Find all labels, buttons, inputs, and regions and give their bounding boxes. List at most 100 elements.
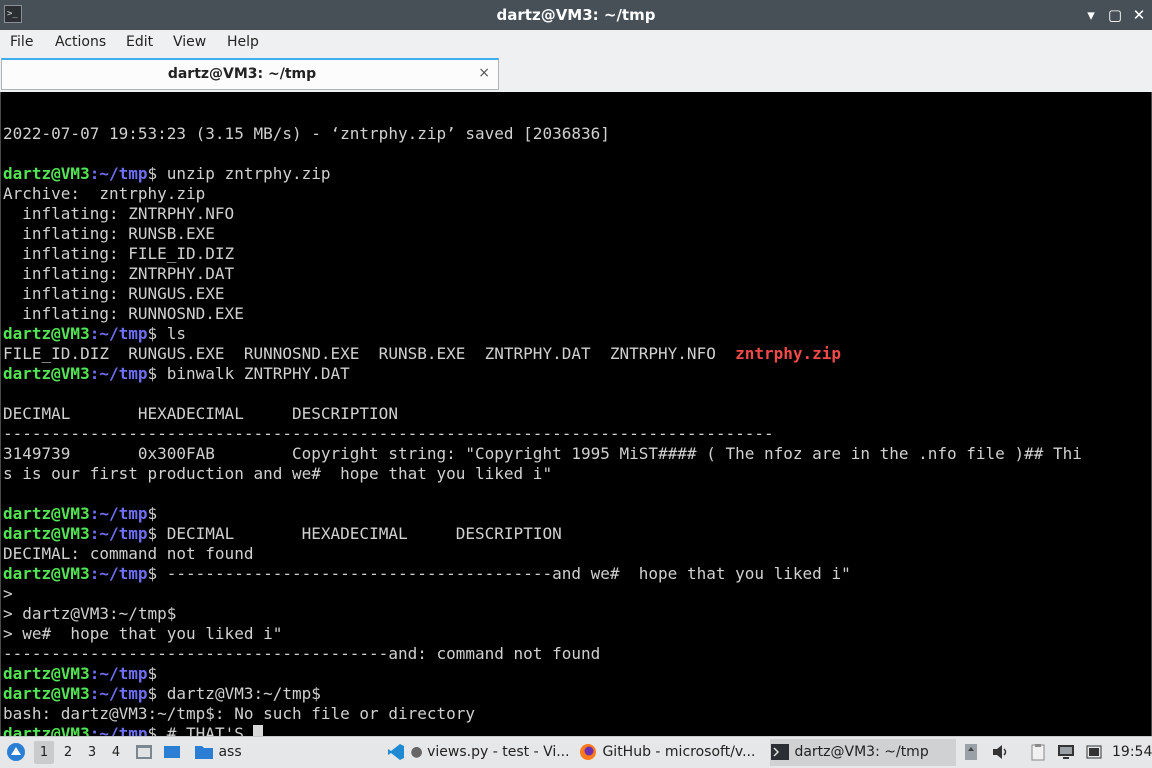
menu-file[interactable]: File (10, 34, 33, 50)
terminal-output-line: ----------------------------------------… (3, 424, 774, 443)
terminal-output-line: bash: dartz@VM3:~/tmp$: No such file or … (3, 704, 476, 723)
terminal-output-line: inflating: ZNTRPHY.DAT (3, 264, 235, 283)
task-vscode[interactable]: ● views.py - test - Vi... (386, 739, 568, 766)
battery-icon[interactable] (1084, 737, 1104, 768)
firefox-icon (580, 744, 596, 760)
clock[interactable]: 19:54 (1112, 737, 1152, 768)
terminal-output-line: DECIMAL HEXADECIMAL DESCRIPTION (3, 404, 398, 423)
prompt-user: dartz@VM3 (3, 564, 90, 583)
minimize-button[interactable]: ▾ (1080, 4, 1102, 26)
vscode-icon (388, 744, 404, 760)
terminal-output-line: 2022-07-07 19:53:23 (3.15 MB/s) - ‘zntrp… (3, 124, 610, 143)
prompt-symbol: $ (147, 724, 158, 736)
terminal-output[interactable]: 2022-07-07 19:53:23 (3.15 MB/s) - ‘zntrp… (0, 92, 1152, 736)
prompt-symbol: $ (147, 324, 158, 343)
terminal-output-line: inflating: RUNGUS.EXE (3, 284, 225, 303)
task-label: views.py - test - Vi... (427, 744, 568, 760)
prompt-user: dartz@VM3 (3, 724, 90, 736)
workspace-2[interactable]: 2 (58, 741, 78, 764)
prompt-symbol: $ (147, 504, 158, 523)
prompt-path: :~/tmp (89, 664, 148, 683)
file-manager-icon[interactable] (134, 737, 154, 768)
prompt-user: dartz@VM3 (3, 684, 90, 703)
command-text: ----------------------------------------… (157, 564, 851, 583)
terminal-prompt-line: dartz@VM3:~/tmp$ binwalk ZNTRPHY.DAT (3, 364, 350, 384)
terminal-prompt-line: dartz@VM3:~/tmp$ ls (3, 324, 186, 344)
terminal-prompt-line: dartz@VM3:~/tmp$ unzip zntrphy.zip (3, 164, 331, 184)
terminal-prompt-line: dartz@VM3:~/tmp$ (3, 504, 157, 524)
notification-icon[interactable] (962, 737, 980, 768)
close-button[interactable]: ✕ (1128, 4, 1150, 26)
prompt-symbol: $ (147, 364, 158, 383)
tab-terminal[interactable]: dartz@VM3: ~/tmp × (1, 58, 499, 90)
command-text: ls (157, 324, 187, 343)
command-text: dartz@VM3:~/tmp$ (157, 684, 321, 703)
prompt-path: :~/tmp (89, 524, 148, 543)
tab-label: dartz@VM3: ~/tmp (167, 66, 317, 82)
terminal-output-line: inflating: RUNNOSND.EXE (3, 304, 244, 323)
desktop-icon[interactable] (162, 737, 182, 768)
terminal-prompt-line: dartz@VM3:~/tmp$ DECIMAL HEXADECIMAL DES… (3, 524, 562, 544)
prompt-user: dartz@VM3 (3, 324, 90, 343)
prompt-symbol: $ (147, 164, 158, 183)
menu-actions[interactable]: Actions (55, 34, 106, 50)
terminal-output-line: s is our first production and we# hope t… (3, 464, 553, 483)
prompt-path: :~/tmp (89, 324, 148, 343)
terminal-output-line: > dartz@VM3:~/tmp$ (3, 604, 177, 623)
terminal-prompt-line: dartz@VM3:~/tmp$ # THAT'S (3, 724, 264, 736)
workspace-3[interactable]: 3 (82, 741, 102, 764)
ls-output: FILE_ID.DIZ RUNGUS.EXE RUNNOSND.EXE RUNS… (3, 344, 736, 363)
terminal-output-line: ----------------------------------------… (3, 644, 601, 663)
maximize-button[interactable]: ▢ (1104, 4, 1126, 26)
terminal-output-line: DECIMAL: command not found (3, 544, 254, 563)
command-text: DECIMAL HEXADECIMAL DESCRIPTION (157, 524, 562, 543)
terminal-output-line: inflating: FILE_ID.DIZ (3, 244, 235, 263)
tab-bar: dartz@VM3: ~/tmp × (0, 56, 1152, 93)
prompt-user: dartz@VM3 (3, 164, 90, 183)
menu-help[interactable]: Help (227, 34, 259, 50)
start-menu-icon[interactable] (6, 737, 26, 768)
folder-label: ass (218, 744, 242, 760)
prompt-path: :~/tmp (89, 684, 148, 703)
terminal-output-line: 3149739 0x300FAB Copyright string: "Copy… (3, 444, 1082, 463)
network-icon[interactable] (1056, 737, 1076, 768)
folder-shortcut[interactable]: ass (194, 737, 242, 768)
window-titlebar[interactable]: >_ dartz@VM3: ~/tmp ▾ ▢ ✕ (0, 0, 1152, 30)
terminal-output-line: FILE_ID.DIZ RUNGUS.EXE RUNNOSND.EXE RUNS… (3, 344, 841, 364)
prompt-user: dartz@VM3 (3, 664, 90, 683)
menu-bar: File Actions Edit View Help (0, 30, 1152, 56)
terminal-output-line: > we# hope that you liked i" (3, 624, 283, 643)
prompt-user: dartz@VM3 (3, 504, 90, 523)
terminal-output-line: inflating: RUNSB.EXE (3, 224, 215, 243)
command-text: binwalk ZNTRPHY.DAT (157, 364, 350, 383)
prompt-symbol: $ (147, 684, 158, 703)
command-text: unzip zntrphy.zip (157, 164, 331, 183)
prompt-path: :~/tmp (89, 564, 148, 583)
task-label: GitHub - microsoft/v... (602, 744, 756, 760)
ls-highlight-file: zntrphy.zip (735, 344, 842, 363)
window-title: dartz@VM3: ~/tmp (496, 6, 656, 24)
terminal-icon (771, 744, 789, 760)
workspace-4[interactable]: 4 (106, 741, 126, 764)
terminal-prompt-line: dartz@VM3:~/tmp$ -----------------------… (3, 564, 851, 584)
terminal-output-line: inflating: ZNTRPHY.NFO (3, 204, 235, 223)
workspace-1[interactable]: 1 (34, 741, 54, 764)
command-text: # THAT'S (157, 724, 254, 736)
prompt-path: :~/tmp (89, 504, 148, 523)
menu-view[interactable]: View (173, 34, 206, 50)
folder-icon (195, 746, 213, 759)
task-terminal[interactable]: dartz@VM3: ~/tmp (770, 739, 956, 766)
terminal-output-line: > (3, 584, 13, 603)
menu-edit[interactable]: Edit (126, 34, 153, 50)
prompt-symbol: $ (147, 564, 158, 583)
task-label: dartz@VM3: ~/tmp (794, 744, 929, 760)
prompt-path: :~/tmp (89, 164, 148, 183)
terminal-prompt-line: dartz@VM3:~/tmp$ dartz@VM3:~/tmp$ (3, 684, 321, 704)
tab-close-icon[interactable]: × (478, 65, 490, 81)
prompt-symbol: $ (147, 524, 158, 543)
task-firefox[interactable]: GitHub - microsoft/v... (578, 739, 760, 766)
prompt-user: dartz@VM3 (3, 524, 90, 543)
volume-icon[interactable] (990, 737, 1010, 768)
prompt-symbol: $ (147, 664, 158, 683)
clipboard-icon[interactable] (1028, 737, 1048, 768)
